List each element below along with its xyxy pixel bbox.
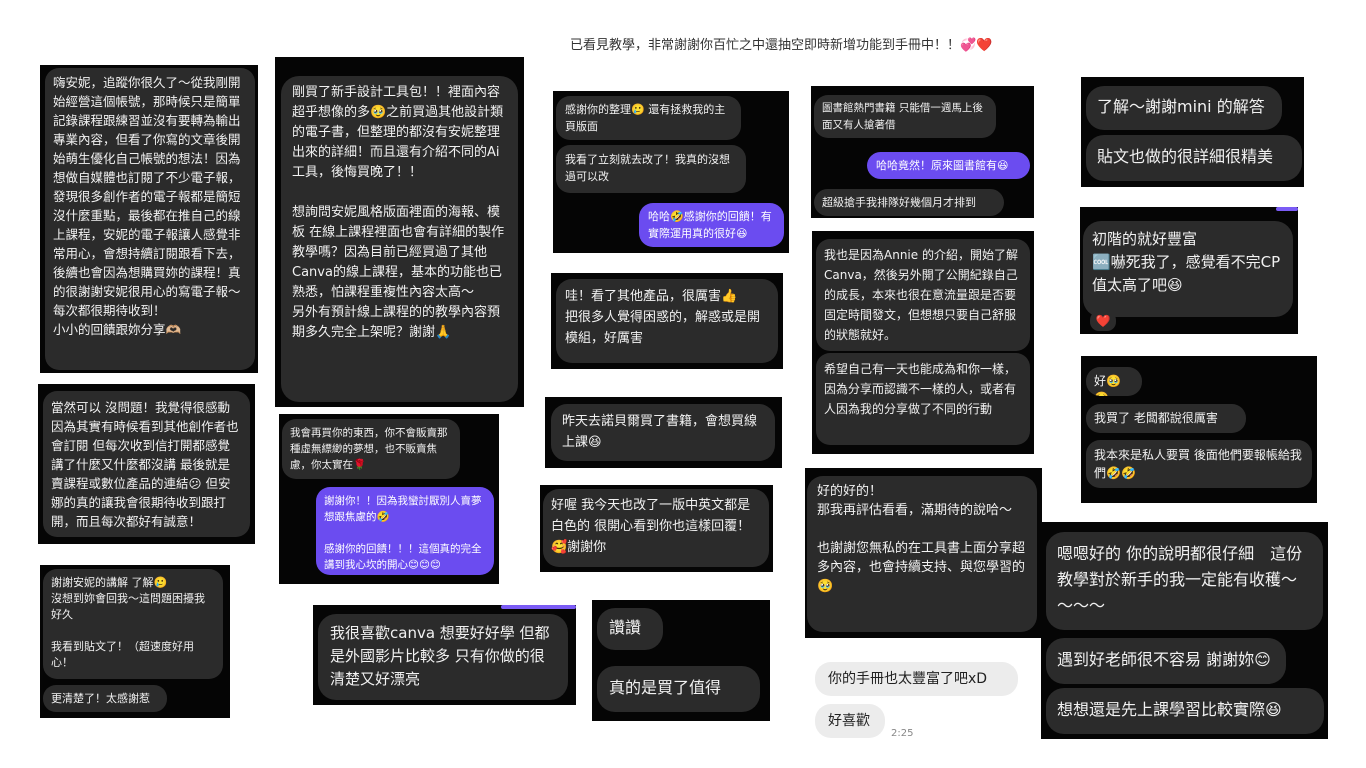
message-bubble: 圖書館熱門書籍 只能借一週馬上後面又有人搶著借 <box>814 95 996 138</box>
message-bubble-own: 謝謝你！！因為我蠻討厭別人賣夢想跟焦慮的🤣 感謝你的回饋！！！這個真的完全講到我… <box>316 487 494 575</box>
message-bubble: 你的手冊也太豐富了吧xD <box>815 662 1018 696</box>
message-bubble: 昨天去諾貝爾買了書籍，會想買線上課😆 <box>551 404 775 461</box>
screenshot-card-h: 哇！看了其他產品，很厲害👍 把很多人覺得困惑的，解惑或是開模組，好厲害 <box>551 273 783 369</box>
message-timestamp: 2:25 <box>891 728 914 739</box>
screenshot-card-j: 好喔 我今天也改了一版中英文都是白色的 很開心看到你也這樣回覆！🥰謝謝你 <box>540 485 773 572</box>
screenshot-card-c: 謝謝安妮的講解 了解🥲 沒想到妳會回我～這問題困擾我好久 我看到貼文了！（超速度… <box>40 565 230 718</box>
screenshot-card-b: 當然可以 沒問題！我覺得很感動因為其實有時候看到其他創作者也會訂閱 但每次收到信… <box>38 384 255 544</box>
message-bubble: 我看了立刻就去改了！我真的沒想過可以改 <box>556 145 746 193</box>
screenshot-card-e: 我會再買你的東西，你不會販賣那種虛無縹緲的夢想，也不販賣焦慮，你太實在🌹 謝謝你… <box>279 414 499 584</box>
screenshot-card-l: 圖書館熱門書籍 只能借一週馬上後面又有人搶著借 哈哈竟然！原來圖書館有😆 超級搶… <box>811 86 1034 218</box>
screenshot-card-q: 初階的就好豐富 🆒嚇死我了，感覺看不完CP值太高了吧😆 ❤️ <box>1080 207 1298 334</box>
message-bubble: 當然可以 沒問題！我覺得很感動因為其實有時候看到其他創作者也會訂閱 但每次收到信… <box>43 391 250 537</box>
message-bubble: 嗯嗯好的 你的說明都很仔細 這份教學對於新手的我一定能有收穫～～～～ <box>1046 532 1323 630</box>
message-bubble: 遇到好老師很不容易 謝謝妳😊 <box>1046 638 1286 684</box>
message-bubble: 真的是買了值得 <box>597 666 760 712</box>
message-bubble: 我也是因為Annie 的介紹，開始了解Canva，然後另外開了公開紀錄自己的成長… <box>816 239 1030 351</box>
message-bubble: 想想還是先上課學習比較實際😆 <box>1046 688 1324 734</box>
message-bubble: 貼文也做的很詳細很精美 <box>1086 135 1302 181</box>
message-bubble: 剛買了新手設計工具包！！裡面內容超乎想像的多🥹之前買過其他設計類的電子書，但整理… <box>281 76 518 402</box>
screenshot-card-i: 昨天去諾貝爾買了書籍，會想買線上課😆 <box>545 397 782 468</box>
screenshot-card-g: 感謝你的整理🥲 還有拯救我的主頁版面 我看了立刻就去改了！我真的沒想過可以改 哈… <box>553 91 789 253</box>
message-bubble: 我買了 老闆都說很厲害 <box>1086 404 1246 433</box>
message-bubble: 希望自己有一天也能成為和你一樣，因為分享而認識不一樣的人，或者有人因為我的分享做… <box>816 353 1030 445</box>
message-bubble-own: 哈哈🤣感謝你的回饋！有實際運用真的很好😆 <box>639 203 784 247</box>
message-bubble: 謝謝安妮的講解 了解🥲 沒想到妳會回我～這問題困擾我好久 我看到貼文了！（超速度… <box>43 569 223 679</box>
message-bubble: 感謝你的整理🥲 還有拯救我的主頁版面 <box>556 96 741 140</box>
message-bubble-own: 哈哈竟然！原來圖書館有😆 <box>867 152 1030 179</box>
screenshot-card-m: 我也是因為Annie 的介紹，開始了解Canva，然後另外開了公開紀錄自己的成長… <box>812 231 1034 454</box>
screenshot-card-a: 嗨安妮，追蹤你很久了～從我剛開始經營這個帳號，那時候只是簡單記錄課程跟練習並沒有… <box>40 65 258 373</box>
message-bubble: 好喜歡 <box>815 704 885 738</box>
message-bubble: 更清楚了！太感謝惹 <box>43 685 167 712</box>
screenshot-card-f: 我很喜歡canva 想要好好學 但都是外國影片比較多 只有你做的很清楚又好漂亮 <box>313 605 576 705</box>
screenshot-card-d: 剛買了新手設計工具包！！裡面內容超乎想像的多🥹之前買過其他設計類的電子書，但整理… <box>275 57 524 407</box>
screenshot-card-r: 好🥹🥹 我買了 老闆都說很厲害 我本來是私人要買 後面他們要報帳給我們🤣🤣 <box>1081 356 1317 503</box>
message-bubble: 了解～謝謝mini 的解答 <box>1086 86 1282 130</box>
message-bubble: 初階的就好豐富 🆒嚇死我了，感覺看不完CP值太高了吧😆 <box>1083 221 1293 317</box>
screenshot-card-n: 好的好的！ 那我再評估看看，滿期待的說哈～ 也謝謝您無私的在工具書上面分享超多內… <box>805 468 1042 638</box>
page-caption: 已看見教學，非常謝謝你百忙之中還抽空即時新增功能到手冊中！！💞❤️ <box>570 38 993 53</box>
message-bubble: 超級搶手我排隊好幾個月才排到 <box>814 189 1004 216</box>
message-bubble: 哇！看了其他產品，很厲害👍 把很多人覺得困惑的，解惑或是開模組，好厲害 <box>556 279 778 363</box>
message-bubble: 我本來是私人要買 後面他們要報帳給我們🤣🤣 <box>1086 440 1312 488</box>
screenshot-card-s: 嗯嗯好的 你的說明都很仔細 這份教學對於新手的我一定能有收穫～～～～ 遇到好老師… <box>1041 522 1328 739</box>
message-bubble: 好🥹🥹 <box>1086 367 1142 396</box>
message-bubble: 嗨安妮，追蹤你很久了～從我剛開始經營這個帳號，那時候只是簡單記錄課程跟練習並沒有… <box>45 68 255 370</box>
divider <box>1276 207 1298 211</box>
message-bubble: 好的好的！ 那我再評估看看，滿期待的說哈～ 也謝謝您無私的在工具書上面分享超多內… <box>807 476 1037 632</box>
message-bubble: 好喔 我今天也改了一版中英文都是白色的 很開心看到你也這樣回覆！🥰謝謝你 <box>543 489 769 567</box>
message-bubble: 我會再買你的東西，你不會販賣那種虛無縹緲的夢想，也不販賣焦慮，你太實在🌹 <box>282 419 460 479</box>
message-bubble: 我很喜歡canva 想要好好學 但都是外國影片比較多 只有你做的很清楚又好漂亮 <box>318 614 568 700</box>
message-bubble: 讚讚 <box>597 608 663 650</box>
heart-reaction-icon: ❤️ <box>1090 311 1116 331</box>
screenshot-card-p: 了解～謝謝mini 的解答 貼文也做的很詳細很精美 <box>1081 77 1304 187</box>
divider <box>501 605 576 609</box>
screenshot-card-k: 讚讚 真的是買了值得 <box>592 600 770 721</box>
